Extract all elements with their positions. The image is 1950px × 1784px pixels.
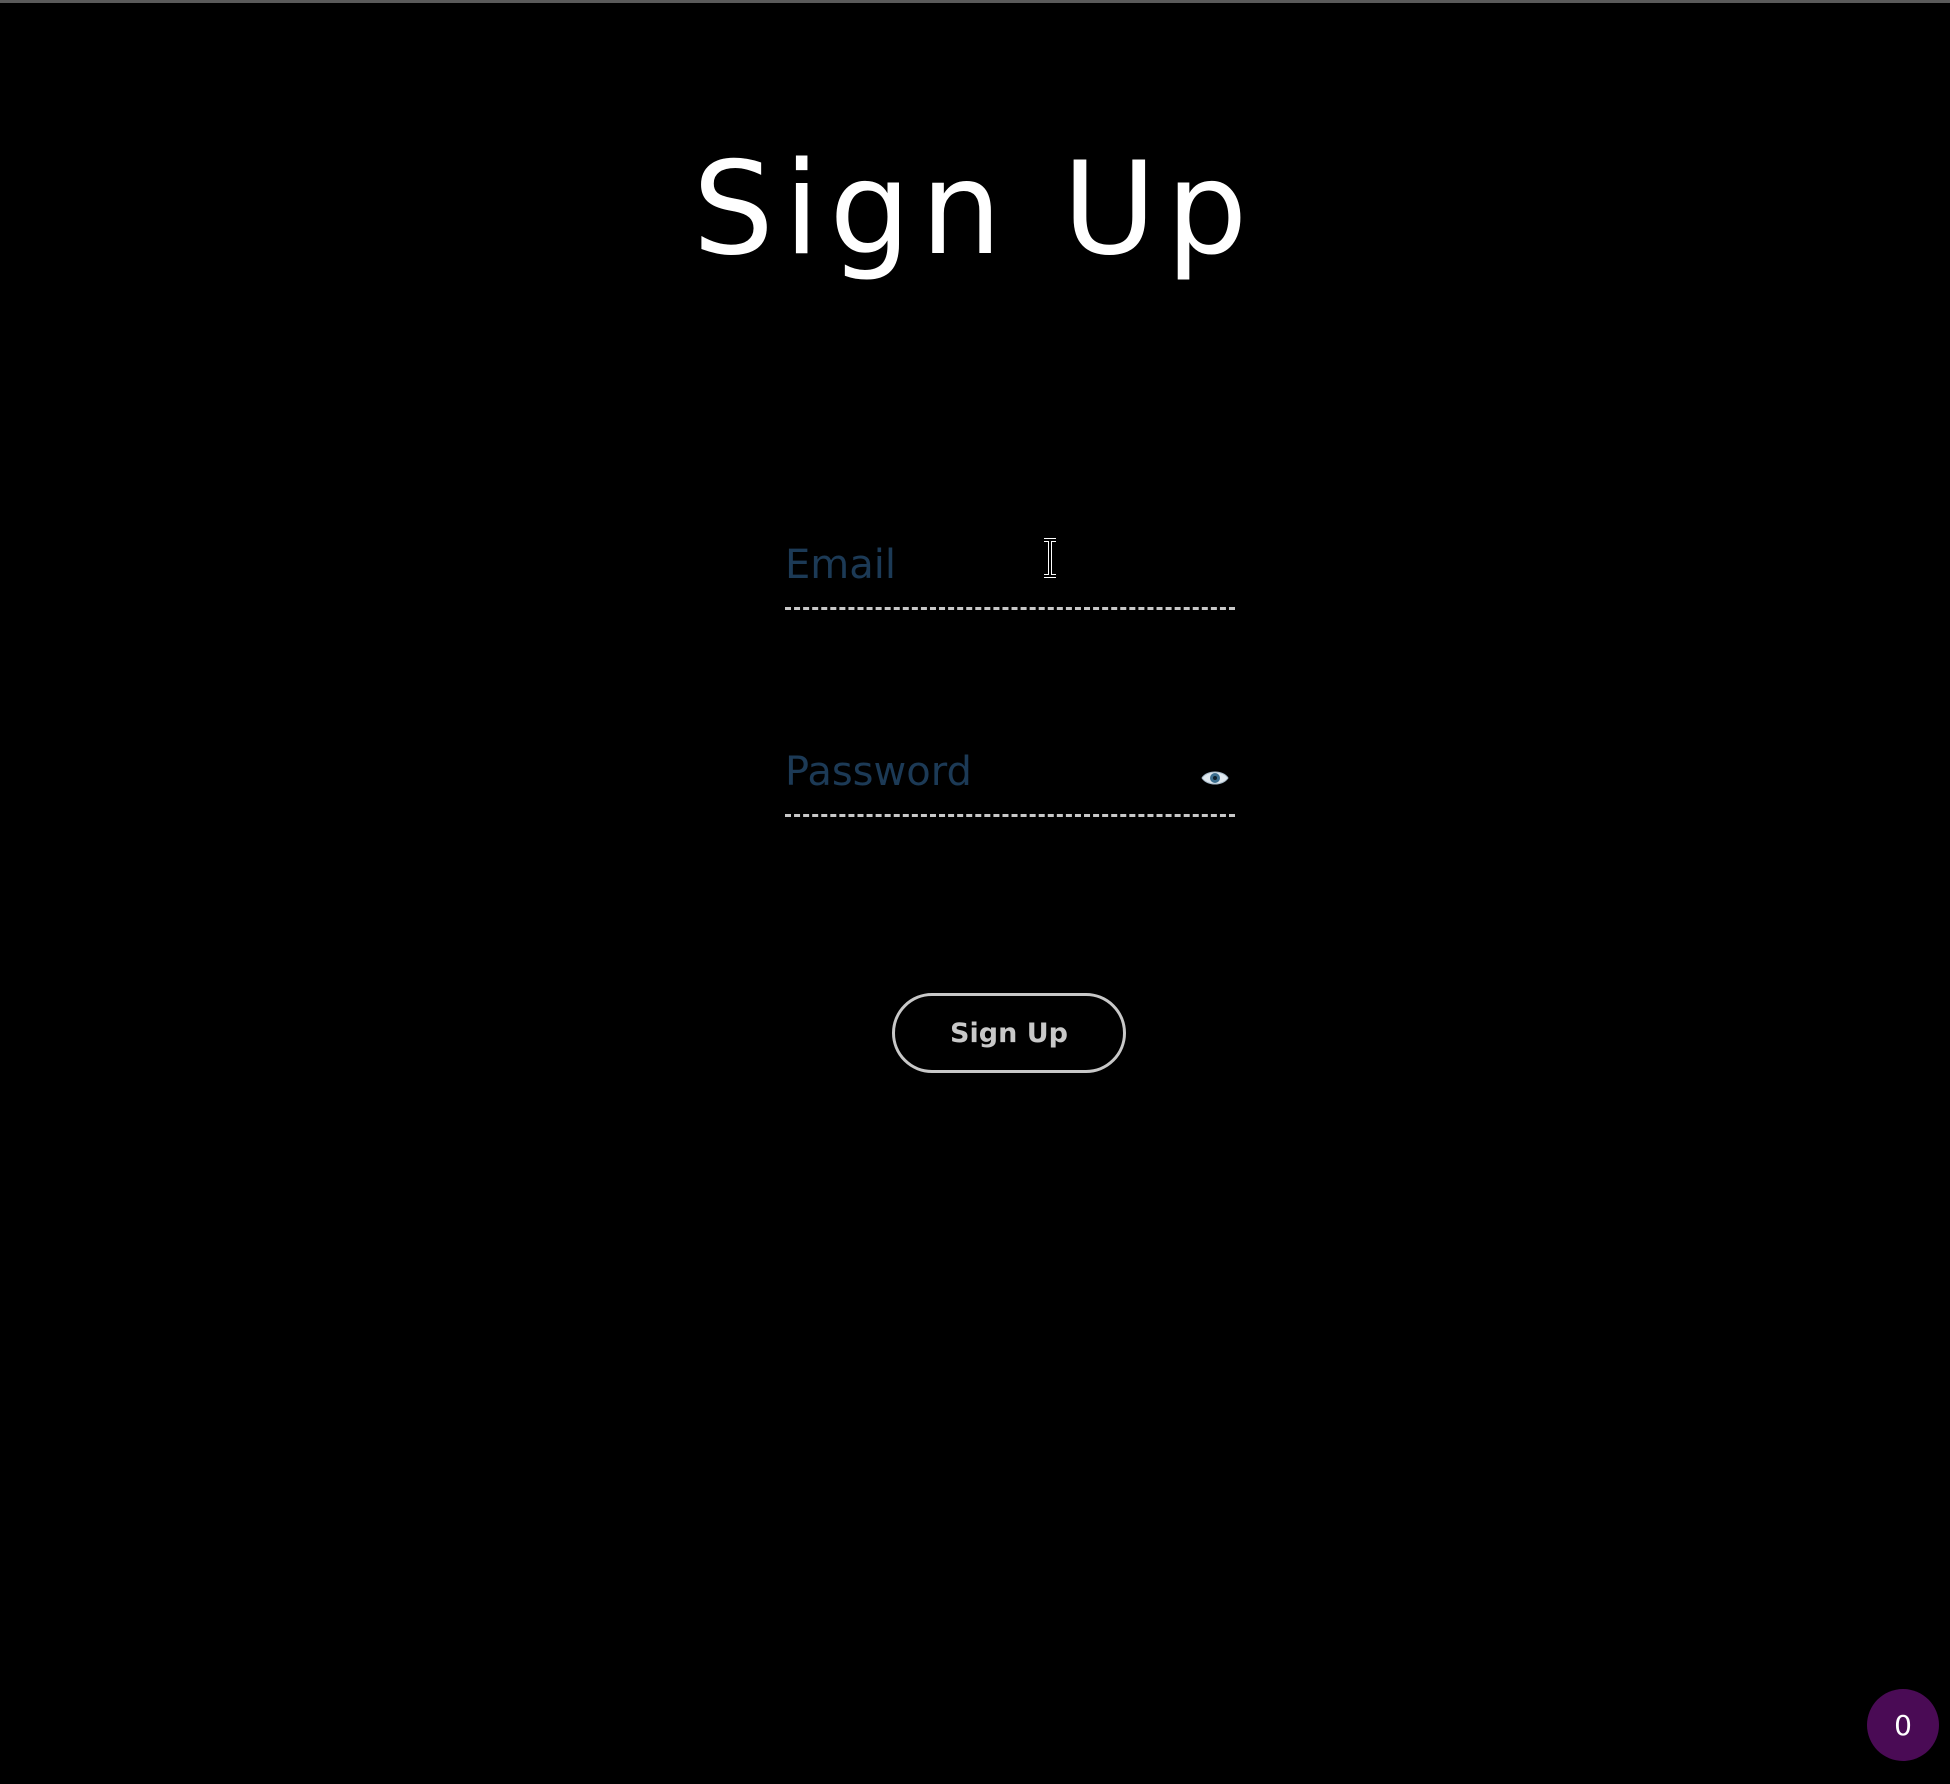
signup-form xyxy=(785,520,1235,817)
top-edge xyxy=(0,0,1950,3)
notification-badge[interactable]: 0 xyxy=(1867,1689,1939,1761)
password-field-wrapper xyxy=(785,727,1235,817)
page-title: Sign Up xyxy=(692,135,1258,284)
password-field[interactable] xyxy=(785,747,1185,797)
email-field[interactable] xyxy=(785,540,1185,590)
email-field-wrapper xyxy=(785,520,1235,610)
eye-icon[interactable] xyxy=(1201,769,1229,787)
sign-up-button[interactable]: Sign Up xyxy=(892,993,1126,1073)
